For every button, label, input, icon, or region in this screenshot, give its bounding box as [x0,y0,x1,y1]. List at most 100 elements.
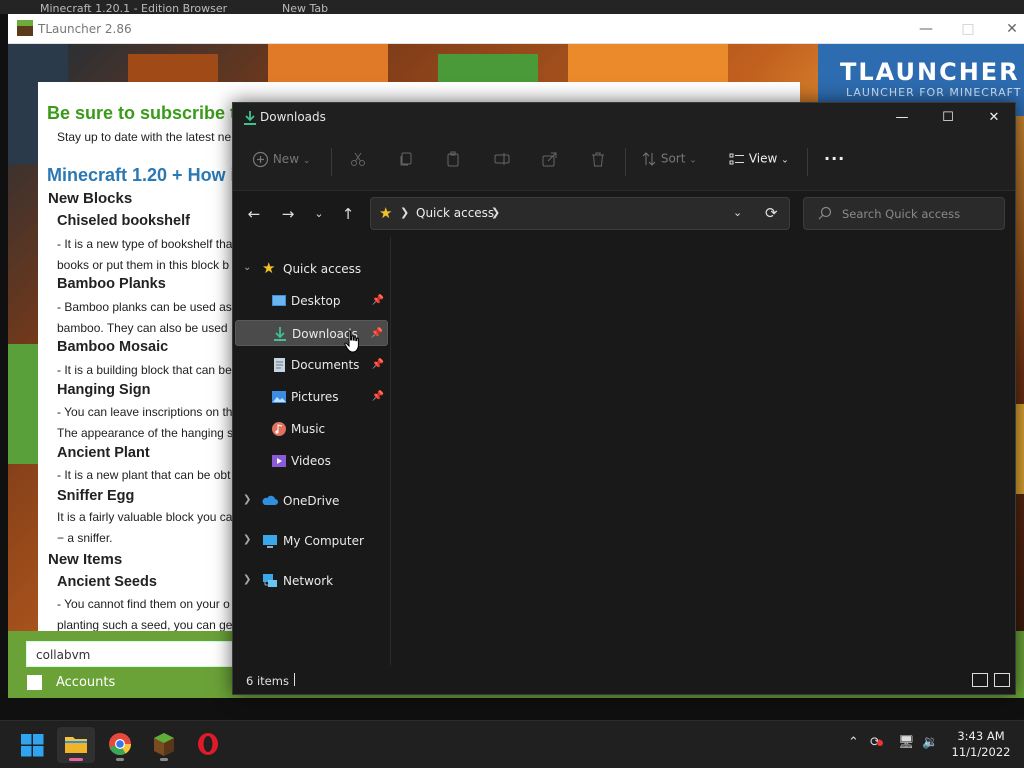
sort-button[interactable]: Sort ⌄ [641,151,697,173]
news-subheading: Bamboo Mosaic [57,339,169,355]
network-status-icon[interactable]: 🖥 [898,735,915,750]
copy-button[interactable] [398,151,414,173]
running-indicator [160,758,168,761]
computer-icon [263,535,277,548]
start-button[interactable] [13,727,51,763]
news-subheading: Ancient Seeds [57,574,157,590]
scissors-icon [351,152,365,166]
up-arrow-icon[interactable]: ↑ [337,203,359,225]
news-text: - It is a new plant that can be obt [57,468,231,482]
chevron-up-icon[interactable]: ⌃ [848,735,859,750]
sidebar-item-pictures[interactable]: Pictures 📌 [235,384,388,410]
sort-icon [642,152,656,166]
share-button[interactable] [542,151,558,173]
copy-icon [400,152,412,166]
sidebar-item-network[interactable]: ❯ Network [235,568,388,594]
close-button[interactable]: ✕ [996,18,1024,40]
pin-icon: 📌 [371,391,384,402]
accounts-label[interactable]: Accounts [56,675,115,690]
file-list-pane[interactable] [391,237,1015,665]
star-icon: ★ [379,204,393,222]
volume-icon[interactable]: 🔉 [922,735,938,750]
address-location[interactable]: Quick access [416,206,494,220]
view-button[interactable]: View ⌄ [729,151,789,173]
chevron-right-icon[interactable]: ❯ [491,206,500,219]
separator [625,148,626,176]
background-tab[interactable]: Minecraft 1.20.1 - Edition Browser [40,2,240,14]
minimize-button[interactable]: — [879,103,925,133]
news-text: - You can leave inscriptions on th [57,405,233,419]
sidebar-item-onedrive[interactable]: ❯ OneDrive [235,488,388,514]
delete-button[interactable] [590,151,606,173]
search-input[interactable] [842,205,997,223]
username-input[interactable]: collabvm [26,641,266,667]
chevron-right-icon[interactable]: ❯ [243,534,251,545]
star-icon: ★ [262,259,276,277]
refresh-icon[interactable]: ⟳ [765,204,778,222]
share-icon [542,152,557,167]
pictures-icon [272,391,286,403]
sidebar-item-label: Documents [291,358,360,372]
recent-locations-icon[interactable]: ⌄ [308,203,330,225]
taskbar-file-explorer[interactable] [57,727,95,763]
sidebar-item-downloads[interactable]: Downloads 📌 [235,320,388,346]
explorer-title: Downloads [260,110,326,124]
taskbar-opera[interactable] [189,727,227,763]
windows-start-icon [21,734,44,757]
separator [331,148,332,176]
sidebar-item-music[interactable]: Music [235,416,388,442]
maximize-button[interactable]: ☐ [925,103,971,133]
news-text: - You cannot find them on your o [57,597,230,611]
news-text: books or put them in this block b [57,258,230,272]
more-options-button[interactable]: ... [824,145,845,167]
address-bar[interactable]: ★ ❯ Quick access ❯ ⌄ ⟳ [370,197,790,230]
back-arrow-icon[interactable]: ← [243,203,265,225]
forward-arrow-icon[interactable]: → [277,203,299,225]
details-view-icon[interactable] [972,673,988,687]
tlauncher-app-icon [17,20,33,36]
chevron-down-icon[interactable]: ⌄ [733,206,742,219]
sidebar-item-quick-access[interactable]: ⌄ ★ Quick access [235,256,388,282]
sidebar-item-label: Quick access [283,262,362,276]
maximize-button[interactable]: □ [952,18,984,40]
close-button[interactable]: ✕ [971,103,1017,133]
chevron-right-icon[interactable]: ❯ [243,574,251,585]
sidebar-item-my-computer[interactable]: ❯ My Computer [235,528,388,554]
sidebar-item-desktop[interactable]: Desktop 📌 [235,288,388,314]
taskbar-tlauncher[interactable] [145,727,183,763]
chevron-down-icon[interactable]: ⌄ [243,262,251,273]
taskbar-chrome[interactable] [101,727,139,763]
plus-circle-icon [252,151,269,168]
news-article-title[interactable]: Minecraft 1.20 + How i [47,165,236,186]
new-button[interactable]: New ⌄ [252,151,310,173]
system-clock[interactable]: 3:43 AM 11/1/2022 [948,728,1014,760]
tlauncher-titlebar[interactable]: TLauncher 2.86 — □ ✕ [8,14,1024,44]
explorer-titlebar[interactable]: Downloads — ☐ ✕ [233,103,1015,133]
cut-button[interactable] [350,151,366,173]
tiles-view-icon[interactable] [994,673,1010,687]
search-box[interactable] [803,197,1005,230]
pin-icon: 📌 [371,359,384,370]
sidebar-item-documents[interactable]: Documents 📌 [235,352,388,378]
chevron-down-icon: ⌄ [689,155,697,166]
view-icon [729,153,744,165]
document-icon [274,358,285,372]
news-text: Stay up to date with the latest ne [57,130,232,144]
sidebar-item-label: My Computer [283,534,364,548]
trash-icon [592,152,604,167]
chevron-right-icon[interactable]: ❯ [400,206,409,219]
paste-button[interactable] [445,151,461,173]
search-icon [818,206,832,220]
chevron-right-icon[interactable]: ❯ [243,494,251,505]
rename-button[interactable] [494,151,510,173]
command-bar: New ⌄ Sort ⌄ View ⌄ ... [233,133,1015,191]
sidebar-item-label: Network [283,574,334,588]
download-icon [244,111,256,125]
sidebar-item-videos[interactable]: Videos [235,448,388,474]
news-subscribe-heading[interactable]: Be sure to subscribe to [47,103,247,124]
accounts-checkbox[interactable] [27,675,42,690]
sync-alert-icon[interactable]: ⟳ [870,735,883,750]
minimize-button[interactable]: — [910,18,942,40]
news-text: - It is a new type of bookshelf tha [57,237,233,251]
background-tab[interactable]: New Tab [282,2,402,14]
